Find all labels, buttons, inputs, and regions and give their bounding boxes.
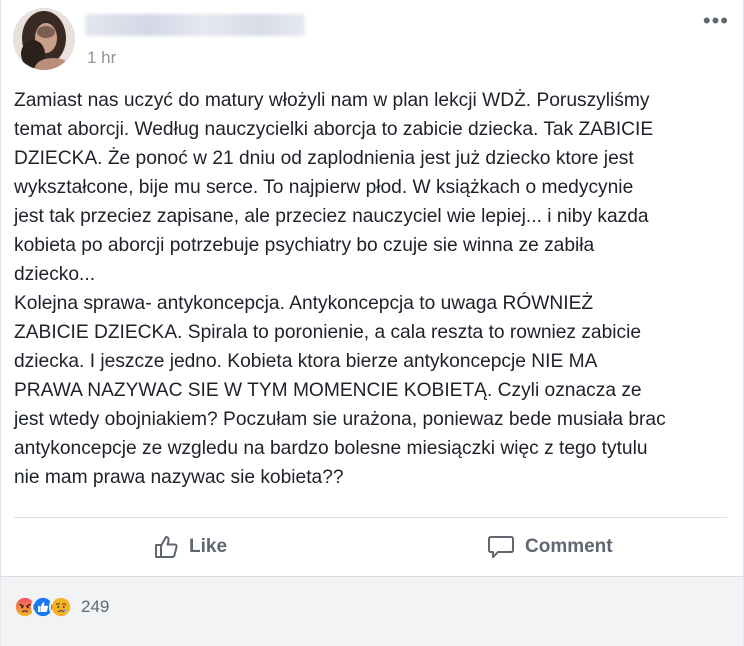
comment-bubble-icon [488, 536, 514, 558]
comment-label: Comment [525, 536, 613, 557]
post-card: 1 hr ••• Zamiast nas uczyć do matury wło… [0, 0, 744, 646]
avatar-image [13, 8, 75, 70]
post-timestamp[interactable]: 1 hr [87, 48, 116, 68]
post-paragraph-2: Kolejna sprawa- antykoncepcja. Antykonce… [14, 293, 666, 488]
reaction-count: 249 [81, 597, 110, 616]
sad-icon [49, 595, 73, 619]
post-paragraph-1: Zamiast nas uczyć do matury włożyli nam … [14, 90, 654, 285]
like-button[interactable]: Like [153, 533, 227, 561]
action-divider [14, 517, 727, 518]
post-body: Zamiast nas uczyć do matury włożyli nam … [14, 86, 732, 492]
author-avatar[interactable] [13, 8, 75, 70]
more-options-icon[interactable]: ••• [703, 10, 729, 32]
thumbs-up-icon [155, 536, 178, 558]
author-name-blurred[interactable] [85, 14, 305, 36]
reaction-summary[interactable]: 249 [13, 595, 109, 619]
reactions-bar: 249 [1, 576, 743, 646]
comment-button[interactable]: Comment [487, 533, 613, 561]
like-label: Like [189, 536, 228, 557]
